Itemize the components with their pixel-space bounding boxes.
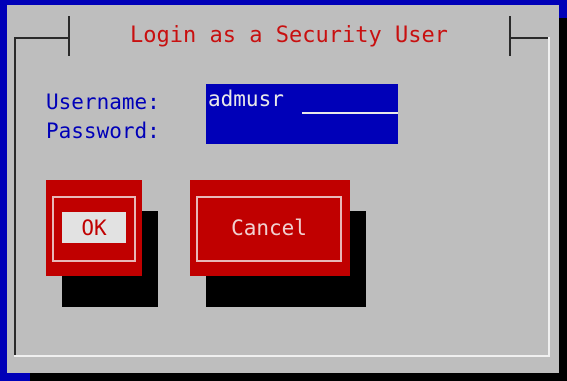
title-divider-left: [68, 16, 70, 56]
frame-border-right: [548, 37, 550, 357]
ok-button-label: OK: [81, 216, 107, 240]
frame-border-top-left: [14, 37, 68, 39]
frame-border-left: [14, 37, 16, 357]
title-divider-right: [509, 16, 511, 56]
username-label: Username:: [46, 90, 160, 114]
username-field[interactable]: admusr: [206, 84, 398, 114]
password-label: Password:: [46, 119, 160, 143]
cancel-button-label: Cancel: [231, 216, 307, 240]
frame-border-bottom: [14, 355, 550, 357]
password-field[interactable]: [206, 114, 398, 144]
frame-border-top-right: [511, 37, 550, 39]
terminal-screen: Login as a Security User Username: admus…: [0, 0, 567, 381]
username-value: admusr: [208, 87, 284, 111]
dialog-title: Login as a Security User: [130, 23, 448, 48]
cancel-button[interactable]: Cancel: [190, 180, 350, 276]
